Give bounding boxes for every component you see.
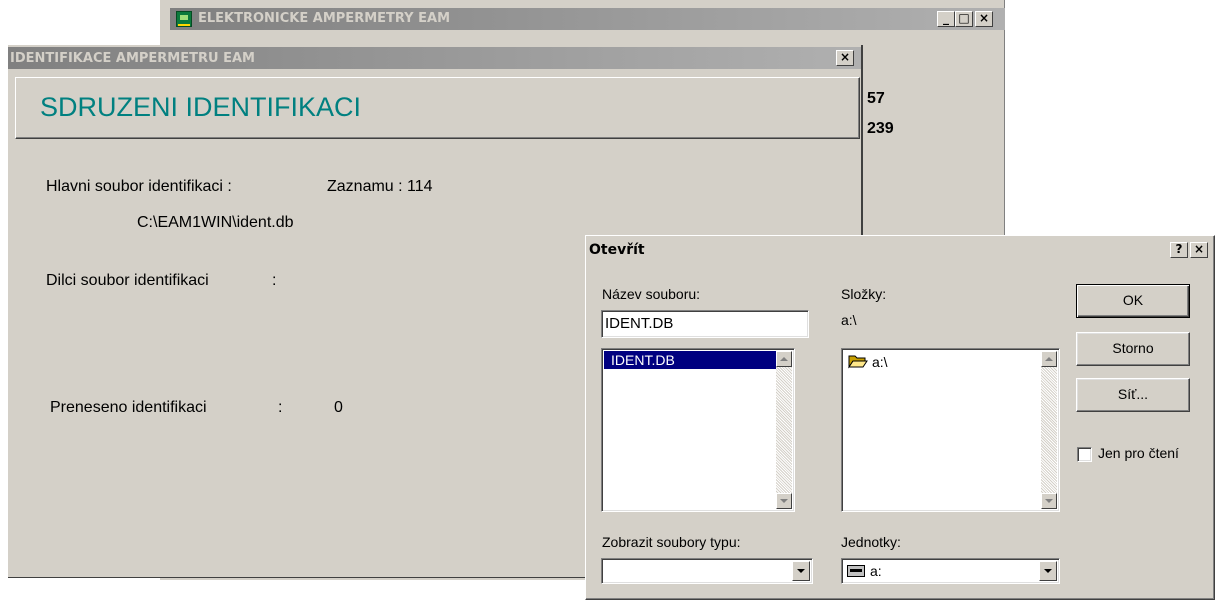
file-list-scrollbar[interactable] <box>776 351 792 509</box>
file-scroll-down[interactable] <box>776 493 792 509</box>
maximize-button[interactable]: □ <box>955 11 973 27</box>
file-list[interactable]: IDENT.DB <box>601 348 795 512</box>
partial-file-label: Dilci soubor identifikaci <box>46 272 209 289</box>
filename-label: Název souboru: <box>602 286 701 302</box>
filetype-dropdown-button[interactable] <box>792 561 810 581</box>
open-dialog-titlebar[interactable]: Otevřít ? × <box>588 238 1212 262</box>
transferred-colon: : <box>278 399 283 416</box>
list-item[interactable]: a:\ <box>848 353 968 371</box>
list-item[interactable]: IDENT.DB <box>604 351 776 369</box>
folders-label: Složky: <box>841 286 887 302</box>
filename-input-value: IDENT.DB <box>605 315 674 332</box>
filename-input[interactable]: IDENT.DB <box>601 310 809 338</box>
cancel-button[interactable]: Storno <box>1076 332 1190 366</box>
current-folder: a:\ <box>841 312 857 328</box>
side-value-2: 239 <box>867 120 894 137</box>
drive-dropdown-button[interactable] <box>1039 561 1057 581</box>
banner-title: SDRUZENI IDENTIFIKACI <box>40 92 362 122</box>
transferred-label: Preneseno identifikaci <box>50 399 207 416</box>
ident-close-button[interactable]: × <box>836 50 854 66</box>
main-window-titlebar[interactable]: ELEKTRONICKE AMPERMETRY EAM _ □ × <box>170 8 1005 30</box>
filetype-label: Zobrazit soubory typu: <box>602 534 741 550</box>
help-button[interactable]: ? <box>1170 242 1188 258</box>
filetype-select[interactable] <box>601 558 813 584</box>
folder-open-icon <box>848 354 868 369</box>
transferred-value: 0 <box>334 399 343 416</box>
ident-dialog-title: IDENTIFIKACE AMPERMETRU EAM <box>10 51 255 66</box>
close-button[interactable]: × <box>975 11 993 27</box>
open-close-button[interactable]: × <box>1190 242 1208 258</box>
folder-scroll-track[interactable] <box>1041 367 1057 493</box>
folder-scroll-up[interactable] <box>1041 351 1057 367</box>
readonly-label[interactable]: Jen pro čtení <box>1098 445 1179 461</box>
folder-scroll-down[interactable] <box>1041 493 1057 509</box>
ok-button[interactable]: OK <box>1076 284 1190 318</box>
file-list-item-label: IDENT.DB <box>611 352 675 368</box>
drive-select[interactable]: a: <box>841 558 1060 584</box>
folder-list-scrollbar[interactable] <box>1041 351 1057 509</box>
minimize-button[interactable]: _ <box>937 11 955 27</box>
main-file-path: C:\EAM1WIN\ident.db <box>137 214 294 231</box>
side-value-1: 57 <box>867 90 885 107</box>
main-file-label: Hlavni soubor identifikaci : <box>46 178 232 195</box>
drive-select-value: a: <box>870 563 882 579</box>
folder-list-item-label: a:\ <box>872 354 888 370</box>
records-count: Zaznamu : 114 <box>327 178 433 195</box>
readonly-checkbox[interactable] <box>1077 447 1092 462</box>
floppy-drive-icon <box>847 565 865 577</box>
banner-panel: SDRUZENI IDENTIFIKACI <box>15 77 860 139</box>
ident-dialog-titlebar[interactable]: IDENTIFIKACE AMPERMETRU EAM × <box>8 47 861 69</box>
app-icon <box>176 11 192 27</box>
main-window-title: ELEKTRONICKE AMPERMETRY EAM <box>198 11 451 26</box>
network-button[interactable]: Síť... <box>1076 378 1190 412</box>
folder-list[interactable]: a:\ <box>841 348 1060 512</box>
file-scroll-up[interactable] <box>776 351 792 367</box>
partial-file-colon: : <box>272 272 277 289</box>
open-dialog: Otevřít ? × Název souboru: IDENT.DB IDEN… <box>585 235 1215 600</box>
open-dialog-title: Otevřít <box>589 242 645 258</box>
file-scroll-track[interactable] <box>776 367 792 493</box>
drives-label: Jednotky: <box>841 534 901 550</box>
